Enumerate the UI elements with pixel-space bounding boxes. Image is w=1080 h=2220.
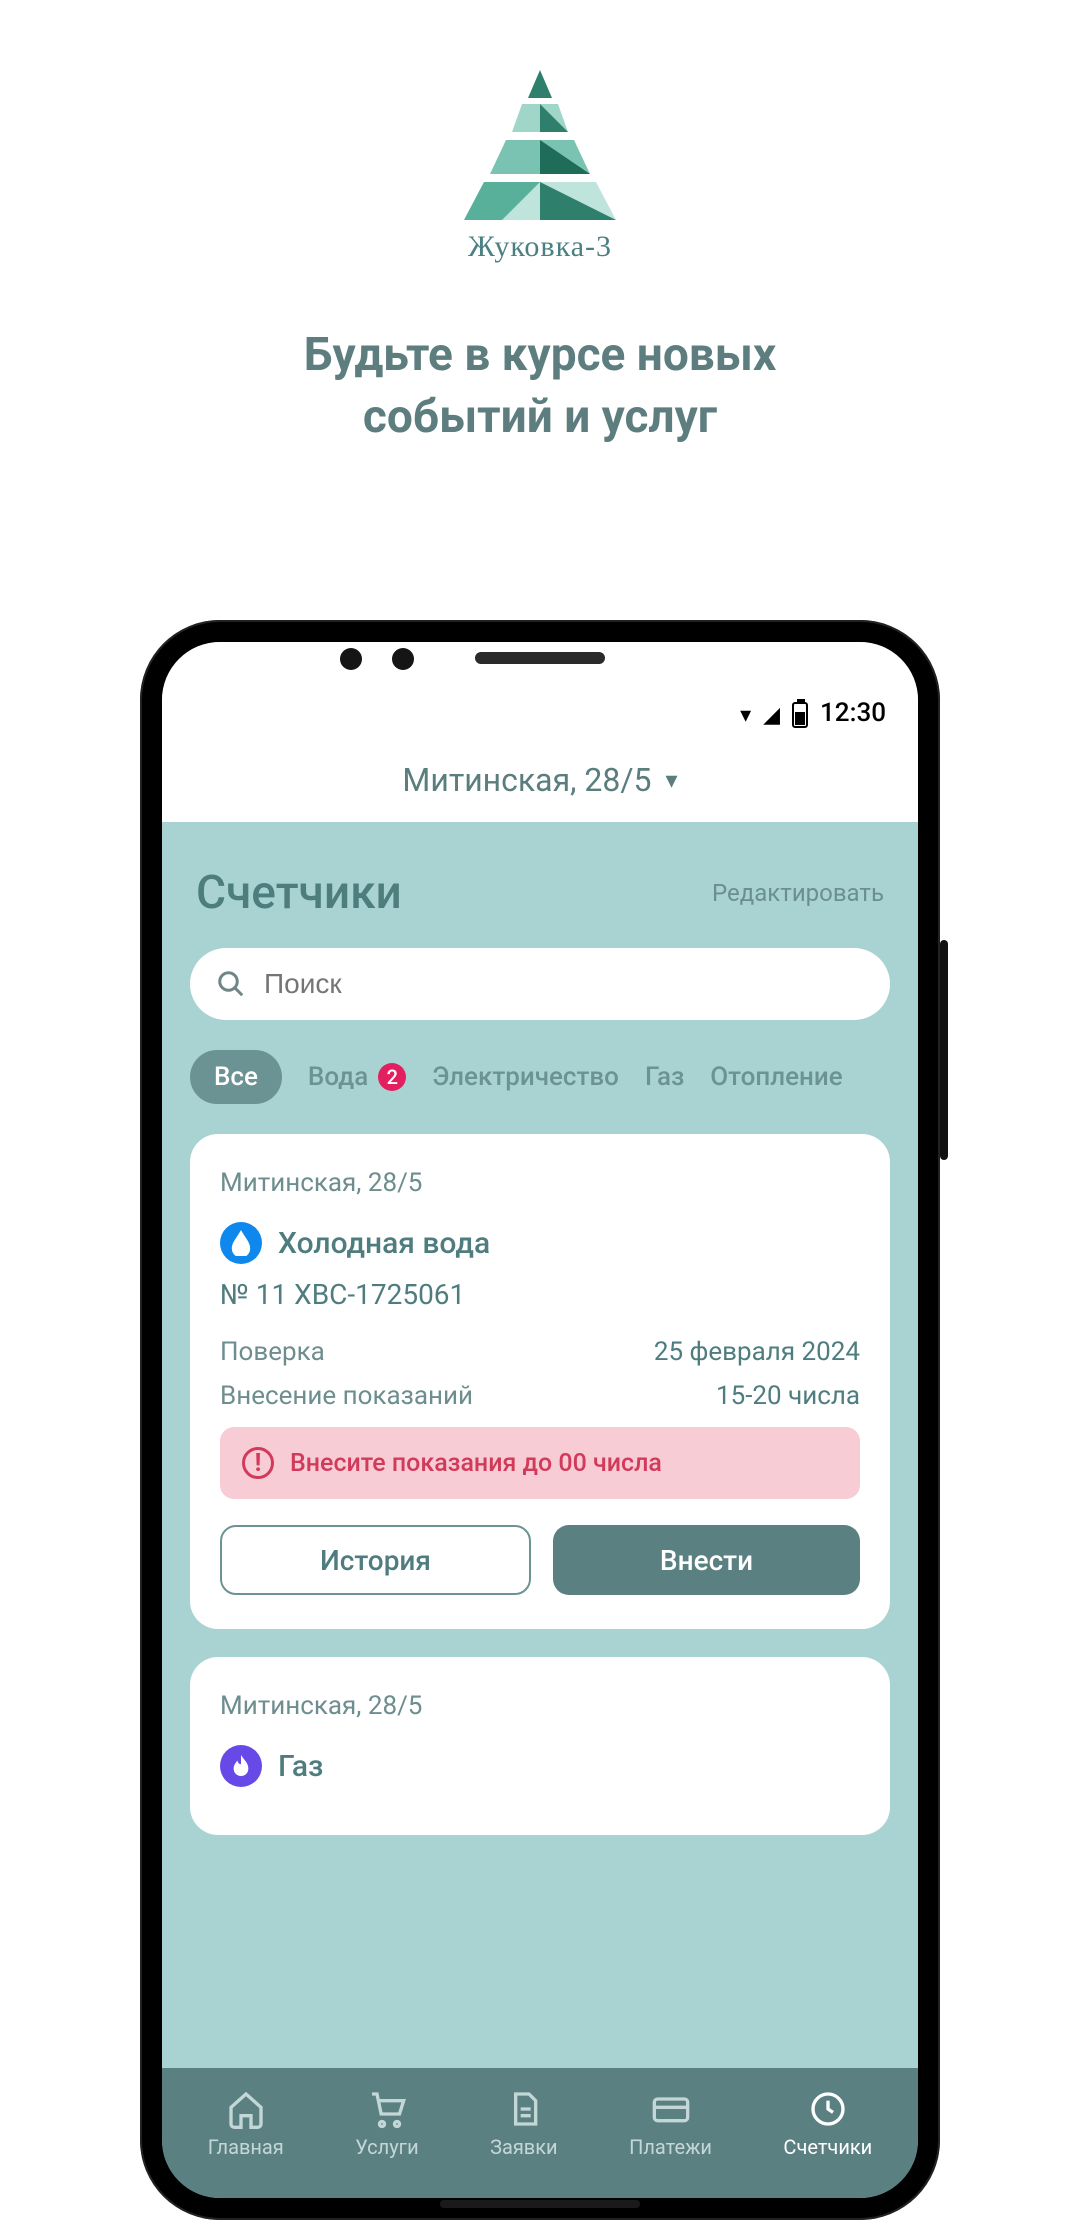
- gas-flame-icon: [220, 1745, 262, 1787]
- nav-meters-label: Счетчики: [783, 2135, 872, 2159]
- device-frame: ▾ ◢ 12:30 Митинская, 28/5 ▾ Счетчики Ред…: [140, 620, 940, 2220]
- alert-text: Внесите показания до 00 числа: [290, 1449, 662, 1478]
- chip-water[interactable]: Вода 2: [308, 1062, 406, 1092]
- card-icon: [651, 2089, 691, 2129]
- tagline-line1: Будьте в курсе новых: [304, 328, 777, 382]
- brand-header: Жуковка-3: [0, 0, 1080, 264]
- submit-reading-button[interactable]: Внести: [553, 1525, 860, 1595]
- page-title: Счетчики: [196, 866, 402, 920]
- speaker-grille: [475, 652, 605, 664]
- check-label: Поверка: [220, 1337, 325, 1367]
- home-indicator: [440, 2200, 640, 2208]
- chevron-down-icon: ▾: [666, 766, 678, 794]
- meter-card: Митинская, 28/5 Газ: [190, 1657, 890, 1835]
- chip-all[interactable]: Все: [190, 1050, 282, 1104]
- nav-home[interactable]: Главная: [208, 2089, 284, 2159]
- submit-window-label: Внесение показаний: [220, 1381, 473, 1411]
- search-icon: [216, 969, 246, 999]
- home-icon: [226, 2089, 266, 2129]
- tagline: Будьте в курсе новых событий и услуг: [0, 324, 1080, 448]
- edit-link[interactable]: Редактировать: [712, 879, 884, 907]
- nav-payments-label: Платежи: [629, 2135, 712, 2159]
- meter-address: Митинская, 28/5: [220, 1168, 860, 1198]
- bottom-nav: Главная Услуги Заявки Платежи Счетчики: [162, 2068, 918, 2198]
- alert-icon: !: [242, 1447, 274, 1479]
- check-value: 25 февраля 2024: [654, 1337, 860, 1367]
- meter-icon: [808, 2089, 848, 2129]
- history-button[interactable]: История: [220, 1525, 531, 1595]
- meter-card: Митинская, 28/5 Холодная вода № 11 ХВС-1…: [190, 1134, 890, 1629]
- chip-electricity[interactable]: Электричество: [432, 1062, 619, 1092]
- address-current: Митинская, 28/5: [402, 761, 651, 799]
- nav-services[interactable]: Услуги: [355, 2089, 418, 2159]
- submit-window-value: 15-20 числа: [716, 1381, 860, 1411]
- status-time: 12:30: [820, 698, 886, 728]
- chip-gas[interactable]: Газ: [645, 1062, 684, 1092]
- meter-name: Газ: [278, 1749, 323, 1784]
- reading-alert: ! Внесите показания до 00 числа: [220, 1427, 860, 1499]
- meter-name: Холодная вода: [278, 1226, 490, 1261]
- camera-dots: [340, 648, 414, 670]
- nav-home-label: Главная: [208, 2135, 284, 2159]
- brand-name: Жуковка-3: [0, 230, 1080, 264]
- screen: ▾ ◢ 12:30 Митинская, 28/5 ▾ Счетчики Ред…: [162, 642, 918, 2198]
- nav-services-label: Услуги: [355, 2135, 418, 2159]
- brand-logo-icon: [450, 70, 630, 220]
- address-selector[interactable]: Митинская, 28/5 ▾: [162, 738, 918, 822]
- nav-meters[interactable]: Счетчики: [783, 2089, 872, 2159]
- document-icon: [504, 2089, 544, 2129]
- nav-requests[interactable]: Заявки: [490, 2089, 558, 2159]
- meter-number: № 11 ХВС-1725061: [220, 1278, 860, 1311]
- content-area: Счетчики Редактировать Все Вода 2 Электр…: [162, 822, 918, 2068]
- nav-requests-label: Заявки: [490, 2135, 558, 2159]
- battery-icon: [792, 702, 808, 728]
- search-input[interactable]: [264, 968, 864, 1000]
- signal-icon: ◢: [763, 703, 780, 728]
- chip-heating[interactable]: Отопление: [710, 1062, 842, 1092]
- chip-water-label: Вода: [308, 1062, 368, 1092]
- chip-water-badge: 2: [378, 1063, 406, 1091]
- tagline-line2: событий и услуг: [363, 390, 717, 444]
- meter-address: Митинская, 28/5: [220, 1691, 860, 1721]
- water-drop-icon: [220, 1222, 262, 1264]
- search-field[interactable]: [190, 948, 890, 1020]
- wifi-icon: ▾: [740, 703, 751, 728]
- nav-payments[interactable]: Платежи: [629, 2089, 712, 2159]
- cart-icon: [367, 2089, 407, 2129]
- filter-chips: Все Вода 2 Электричество Газ Отопление: [190, 1020, 890, 1134]
